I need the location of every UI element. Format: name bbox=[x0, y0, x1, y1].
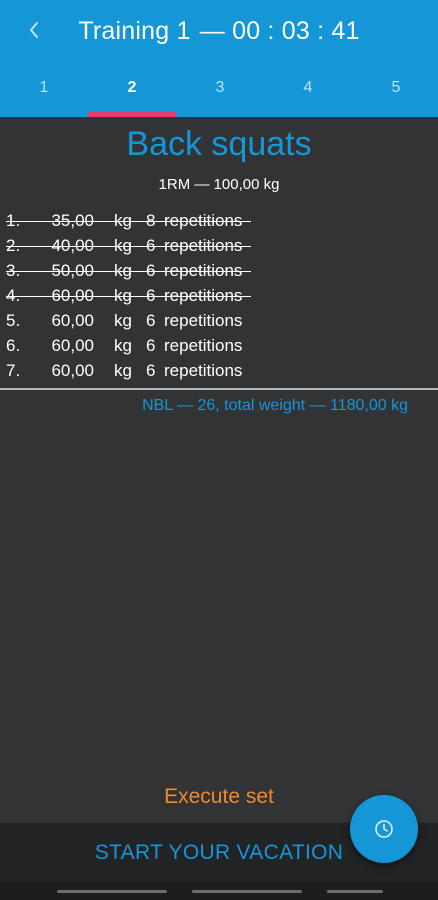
tab-3[interactable]: 3 bbox=[176, 64, 264, 117]
set-row[interactable]: 5. 60,00 kg 6 repetitions bbox=[6, 308, 266, 333]
set-reps-label: repetitions bbox=[164, 336, 243, 355]
set-number: 7. bbox=[6, 361, 21, 380]
set-reps: 6 bbox=[146, 361, 156, 380]
clock-icon bbox=[375, 820, 393, 838]
set-row[interactable]: 3.50,00kg6repetitions bbox=[6, 258, 266, 283]
set-weight: 60,00 bbox=[51, 361, 94, 380]
set-reps: 6 bbox=[146, 311, 156, 330]
nav-home-pill[interactable] bbox=[192, 890, 302, 893]
completed-strikethrough bbox=[6, 296, 251, 297]
set-unit: kg bbox=[114, 336, 132, 355]
nav-back-pill[interactable] bbox=[57, 890, 167, 893]
completed-strikethrough bbox=[6, 271, 251, 272]
tab-1[interactable]: 1 bbox=[0, 64, 88, 117]
set-reps: 6 bbox=[146, 336, 156, 355]
divider bbox=[0, 388, 438, 390]
timer-fab[interactable] bbox=[350, 795, 418, 863]
set-tabs: 1 2 3 4 5 bbox=[0, 64, 438, 117]
workout-summary: NBL — 26, total weight — 1180,00 kg bbox=[142, 397, 408, 414]
tab-label: 5 bbox=[391, 79, 401, 96]
tab-label: 4 bbox=[303, 79, 313, 96]
completed-strikethrough bbox=[6, 221, 251, 222]
one-rep-max: 1RM — 100,00 kg bbox=[158, 176, 280, 193]
set-reps-label: repetitions bbox=[164, 361, 243, 380]
tab-5[interactable]: 5 bbox=[352, 64, 438, 117]
nav-recents-pill[interactable] bbox=[327, 890, 383, 893]
system-nav-bar bbox=[0, 883, 438, 900]
app-screen: Training 1 — 00 : 03 : 41 1 2 3 4 5 Back… bbox=[0, 0, 438, 900]
set-row[interactable]: 7. 60,00 kg 6 repetitions bbox=[6, 358, 266, 383]
set-row[interactable]: 6. 60,00 kg 6 repetitions bbox=[6, 333, 266, 358]
title-separator: — bbox=[199, 17, 225, 45]
set-unit: kg bbox=[114, 311, 132, 330]
page-title: Training 1 — 00 : 03 : 41 bbox=[0, 12, 438, 50]
exercise-title: Back squats bbox=[126, 125, 312, 163]
set-weight: 60,00 bbox=[51, 311, 94, 330]
set-weight: 60,00 bbox=[51, 336, 94, 355]
set-number: 5. bbox=[6, 311, 21, 330]
tab-2[interactable]: 2 bbox=[88, 64, 176, 117]
app-bar: Training 1 — 00 : 03 : 41 1 2 3 4 5 bbox=[0, 0, 438, 117]
sets-list: 1.35,00kg8repetitions2.40,00kg6repetitio… bbox=[6, 208, 266, 383]
set-row[interactable]: 4.60,00kg6repetitions bbox=[6, 283, 266, 308]
tab-label: 1 bbox=[39, 79, 49, 96]
set-row[interactable]: 2.40,00kg6repetitions bbox=[6, 233, 266, 258]
completed-strikethrough bbox=[6, 246, 251, 247]
training-name: Training 1 bbox=[78, 17, 191, 45]
set-row[interactable]: 1.35,00kg8repetitions bbox=[6, 208, 266, 233]
active-tab-indicator bbox=[88, 112, 176, 117]
set-number: 6. bbox=[6, 336, 21, 355]
training-timer: 00 : 03 : 41 bbox=[232, 17, 360, 45]
set-reps-label: repetitions bbox=[164, 311, 243, 330]
set-unit: kg bbox=[114, 361, 132, 380]
tab-label: 2 bbox=[127, 79, 137, 96]
tab-4[interactable]: 4 bbox=[264, 64, 352, 117]
tab-label: 3 bbox=[215, 79, 225, 96]
